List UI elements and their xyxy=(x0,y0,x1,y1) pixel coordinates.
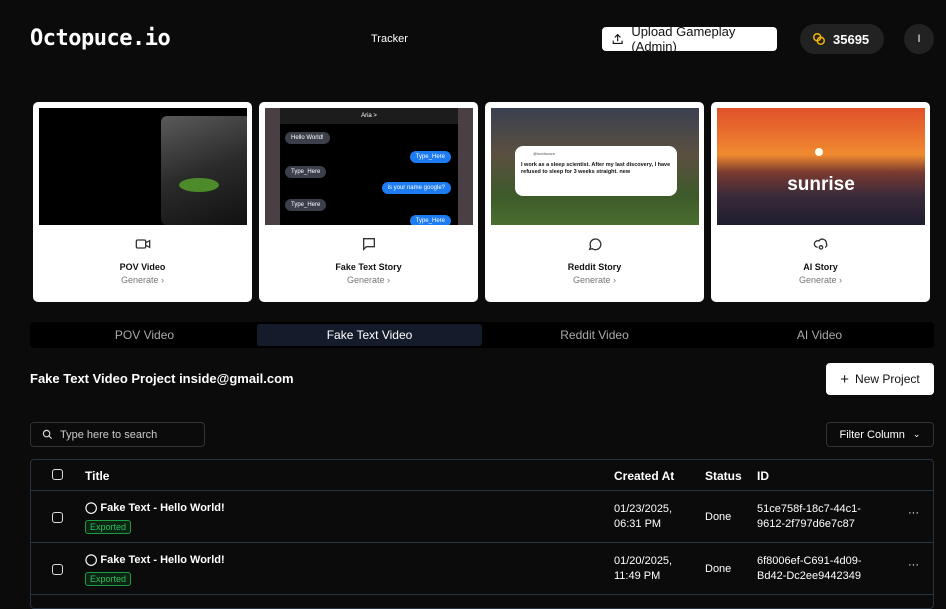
row-date: 01/23/2025, xyxy=(614,503,673,515)
table-row[interactable]: ◯ Fake Text - Hello World! Exported 01/2… xyxy=(31,491,933,543)
new-project-button[interactable]: + New Project xyxy=(826,363,934,395)
row-checkbox[interactable] xyxy=(52,564,63,575)
nav-tracker[interactable]: Tracker xyxy=(371,33,408,45)
row-id-cont: Bd42-Dc2ee9442349 xyxy=(757,570,861,582)
card-reddit-story[interactable]: @lucidscare I work as a sleep scientist.… xyxy=(485,102,704,302)
chat-bubble: Hello World! xyxy=(285,132,330,144)
chat-bubble: Type_Here xyxy=(285,166,327,178)
new-project-label: New Project xyxy=(855,372,920,386)
col-created-at[interactable]: Created At xyxy=(614,469,674,483)
chat-bubble: is your name google? xyxy=(381,182,451,194)
card-title: Fake Text Story xyxy=(335,262,402,272)
pov-thumbnail xyxy=(39,108,247,225)
filter-column-dropdown[interactable]: Filter Column ⌄ xyxy=(826,422,934,447)
search-placeholder: Type here to search xyxy=(60,428,158,441)
logo[interactable]: Octopuce.io xyxy=(30,26,171,51)
tab-ai-video[interactable]: AI Video xyxy=(707,324,932,346)
row-status: Done xyxy=(705,563,732,575)
col-id[interactable]: ID xyxy=(757,469,769,483)
projects-table: Title Created At Status ID ◯ Fake Text -… xyxy=(30,459,934,609)
cloud-cog-icon xyxy=(813,238,827,250)
row-title: Fake Text - Hello World! xyxy=(100,502,225,514)
filter-label: Filter Column xyxy=(839,428,905,441)
ai-caption: sunrise xyxy=(787,174,855,195)
message-circle-icon: ◯ xyxy=(85,554,98,566)
plus-icon: + xyxy=(840,370,850,388)
card-title: AI Story xyxy=(803,262,838,272)
card-pov-video[interactable]: POV Video Generate › xyxy=(33,102,252,302)
col-title[interactable]: Title xyxy=(85,469,109,483)
coin-count: 35695 xyxy=(833,31,870,47)
row-date: 01/20/2025, xyxy=(614,555,673,567)
table-header: Title Created At Status ID xyxy=(31,460,933,491)
status-badge: Exported xyxy=(85,520,132,534)
card-fake-text-story[interactable]: Aria > Hello World! Type_Here Type_Here … xyxy=(259,102,478,302)
message-circle-icon: ◯ xyxy=(85,502,98,514)
message-square-icon xyxy=(362,238,375,251)
avatar[interactable]: I xyxy=(904,24,934,54)
generate-link[interactable]: Generate › xyxy=(485,275,704,285)
chevron-down-icon: ⌄ xyxy=(912,429,921,439)
chat-bubble: Type_Here xyxy=(409,215,451,225)
message-circle-icon xyxy=(588,238,601,251)
col-status[interactable]: Status xyxy=(705,469,742,483)
generate-link[interactable]: Generate › xyxy=(711,275,930,285)
row-checkbox[interactable] xyxy=(52,512,63,523)
upload-label: Upload Gameplay (Admin) xyxy=(631,24,736,54)
more-icon[interactable]: ··· xyxy=(908,559,919,571)
video-type-tabs: POV Video Fake Text Video Reddit Video A… xyxy=(30,322,934,348)
status-badge: Exported xyxy=(85,572,132,586)
upload-gameplay-button[interactable]: Upload Gameplay (Admin) xyxy=(602,24,777,54)
reddit-thumbnail: @lucidscare I work as a sleep scientist.… xyxy=(491,108,699,225)
post-handle: @lucidscare xyxy=(533,151,556,156)
row-id: 6f8006ef-C691-4d09- xyxy=(757,555,862,567)
chat-contact: Aria > xyxy=(280,108,458,124)
upload-icon xyxy=(612,33,623,44)
fake-text-thumbnail: Aria > Hello World! Type_Here Type_Here … xyxy=(265,108,473,225)
tab-pov-video[interactable]: POV Video xyxy=(32,324,257,346)
row-id-cont: 9612-2f797d6e7c87 xyxy=(757,518,855,530)
chat-bubble: Type_Here xyxy=(285,199,327,211)
tab-fake-text-video[interactable]: Fake Text Video xyxy=(257,324,482,346)
search-input[interactable]: Type here to search xyxy=(30,422,205,447)
ai-thumbnail: sunrise xyxy=(717,108,925,225)
coin-balance[interactable]: 35695 xyxy=(800,24,884,54)
search-icon xyxy=(42,429,53,440)
row-id: 51ce758f-18c7-44c1- xyxy=(757,503,861,515)
table-row[interactable]: ◯ Fake Text - Hello World! Exported 01/2… xyxy=(31,543,933,595)
post-text: I work as a sleep scientist. After my la… xyxy=(521,162,671,176)
select-all-checkbox[interactable] xyxy=(52,469,63,480)
page-title: Fake Text Video Project inside@gmail.com xyxy=(30,371,294,386)
card-title: Reddit Story xyxy=(567,262,622,272)
row-time: 11:49 PM xyxy=(614,570,661,582)
generate-link[interactable]: Generate › xyxy=(259,275,478,285)
coins-icon xyxy=(813,33,825,45)
row-time: 06:31 PM xyxy=(614,518,662,530)
row-status: Done xyxy=(705,511,732,523)
video-icon xyxy=(135,239,150,249)
row-title: Fake Text - Hello World! xyxy=(100,554,225,566)
more-icon[interactable]: ··· xyxy=(908,507,919,519)
card-ai-story[interactable]: sunrise AI Story Generate › xyxy=(711,102,930,302)
generate-link[interactable]: Generate › xyxy=(33,275,252,285)
tab-reddit-video[interactable]: Reddit Video xyxy=(482,324,707,346)
card-title: POV Video xyxy=(119,262,166,272)
chat-bubble: Type_Here xyxy=(409,151,451,163)
